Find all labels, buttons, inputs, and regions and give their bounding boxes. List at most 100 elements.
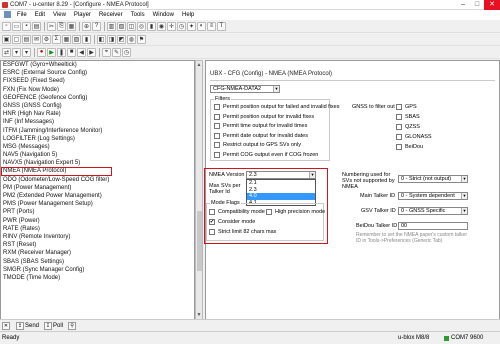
tools-icon[interactable]: ✎ [112, 47, 121, 57]
histogram-view-icon[interactable]: ▮ [82, 34, 91, 44]
menu-window[interactable]: Window [149, 10, 178, 20]
help-icon[interactable]: ? [92, 21, 101, 31]
main-talker-select[interactable]: 0 - System dependent ▼ [398, 192, 468, 200]
filter-checkbox[interactable]: Permit position output for failed and in… [214, 104, 339, 110]
tile-icon[interactable]: ◨ [107, 34, 116, 44]
maximize-button[interactable]: □ [470, 0, 484, 10]
gnss-filter-checkbox[interactable]: BeiDou [396, 144, 423, 150]
message-list-item[interactable]: NAV5 (Navigation 5) [1, 151, 194, 159]
view-chart-icon[interactable]: ▧ [117, 21, 126, 31]
save-icon[interactable]: ▪ [22, 21, 31, 31]
view-table-icon[interactable]: ▥ [107, 21, 116, 31]
statistic-view-icon[interactable]: Σ [52, 34, 61, 44]
message-list-item[interactable]: PWR (Power) [1, 217, 194, 225]
cut-icon[interactable]: ✂ [47, 21, 56, 31]
message-list-item[interactable]: NAVX5 (Navigation Expert 5) [1, 159, 194, 167]
message-list-item[interactable]: HNR (High Nav Rate) [1, 110, 194, 118]
message-list-scrollbar[interactable]: ▲ ▼ [195, 60, 203, 320]
message-list-item[interactable]: ESFGWT (Gyro+Wheeltick) [1, 61, 194, 69]
message-list-item[interactable]: NMEA (NMEA Protocol) [1, 167, 112, 176]
gsv-talker-select[interactable]: 0 - GNSS Specific ▼ [398, 207, 468, 215]
binary-console-icon[interactable]: ▢ [12, 34, 21, 44]
filter-checkbox[interactable]: Permit date output for invalid dates [214, 132, 308, 139]
zoom-icon[interactable]: ⊕ [82, 21, 91, 31]
mode-flag-checkbox[interactable]: Compatibility mode [209, 209, 265, 215]
clock-icon[interactable]: ◷ [122, 47, 131, 57]
message-list-item[interactable]: PM (Power Management) [1, 184, 194, 192]
configure-view-icon[interactable]: ⚙ [42, 34, 51, 44]
message-list-item[interactable]: LOGFILTER (Log Settings) [1, 135, 194, 143]
print-icon[interactable]: ▤ [32, 21, 41, 31]
view-compass-icon[interactable]: ✛ [167, 21, 176, 31]
view-sky-icon[interactable]: ◎ [137, 21, 146, 31]
mode-flag-checkbox[interactable]: High precision mode [266, 209, 325, 215]
filter-checkbox[interactable]: Restrict output to GPS SVs only [214, 142, 301, 148]
scroll-up-icon[interactable]: ▲ [196, 61, 202, 69]
message-list-item[interactable]: FIXSEED (Fixed Seed) [1, 77, 194, 85]
menu-tools[interactable]: Tools [127, 10, 149, 20]
mode-flag-checkbox[interactable]: Strict limit 82 chars max [209, 229, 276, 235]
close-view-button[interactable]: ✕ [2, 321, 11, 330]
message-list-item[interactable]: ODO (Odometer/Low-Speed COG filter) [1, 176, 194, 184]
message-list-item[interactable]: SBAS (SBAS Settings) [1, 258, 194, 266]
numbering-select[interactable]: 0 - Strict (not output) ▼ [398, 175, 468, 183]
pause-icon[interactable]: ❚ [57, 47, 66, 57]
view-signal-icon[interactable]: ▮ [147, 21, 156, 31]
new-icon[interactable]: ▫ [2, 21, 11, 31]
view-clock-icon[interactable]: ◷ [177, 21, 186, 31]
text-console-icon[interactable]: ▤ [22, 34, 31, 44]
connect-icon[interactable]: ⇄ [2, 47, 11, 57]
message-list-item[interactable]: SMGR (Sync Manager Config) [1, 266, 194, 274]
view-deviation-icon[interactable]: ◉ [157, 21, 166, 31]
menu-edit[interactable]: Edit [31, 10, 49, 20]
packet-console-icon[interactable]: ▣ [2, 34, 11, 44]
scroll-down-icon[interactable]: ▼ [196, 311, 202, 319]
message-list-item[interactable]: GEOFENCE (Geofence Config) [1, 94, 194, 102]
message-list-item[interactable]: INF (Inf Messages) [1, 118, 194, 126]
message-list-item[interactable]: MSG (Messages) [1, 143, 194, 151]
message-list-item[interactable]: RST (Reset) [1, 241, 194, 249]
view-list-icon[interactable]: ≡ [207, 21, 216, 31]
gnss-filter-checkbox[interactable]: QZSS [396, 124, 420, 130]
message-list-item[interactable]: RATE (Rates) [1, 225, 194, 233]
send-button[interactable]: ↥ Send [16, 321, 39, 330]
paste-icon[interactable]: ▦ [67, 21, 76, 31]
scroll-thumb[interactable] [197, 211, 202, 271]
messages-view-icon[interactable]: ✉ [32, 34, 41, 44]
globe-icon[interactable]: ◍ [127, 34, 136, 44]
stop-icon[interactable]: ■ [67, 47, 76, 57]
gnss-filter-checkbox[interactable]: GPS [396, 104, 417, 110]
view-gauge-icon[interactable]: ◐ [197, 21, 206, 31]
gps-icon[interactable]: ⌖ [102, 47, 111, 57]
storage-select[interactable]: CFG-NMEA-DATA2 ▼ [210, 85, 280, 93]
message-list-item[interactable]: ITFM (Jamming/Interference Monitor) [1, 127, 194, 135]
app-menu-icon[interactable] [2, 10, 13, 20]
gnss-filter-checkbox[interactable]: SBAS [396, 114, 420, 120]
menu-receiver[interactable]: Receiver [95, 10, 127, 20]
filter-checkbox[interactable]: Permit position output for invalid fixes [214, 113, 314, 120]
menu-help[interactable]: Help [178, 10, 198, 20]
close-button[interactable]: ✕ [484, 0, 500, 10]
copy-icon[interactable]: ⎘ [57, 21, 66, 31]
map-icon[interactable]: ◩ [117, 34, 126, 44]
flag-icon[interactable]: ⚑ [137, 34, 146, 44]
nmea-version-select[interactable]: 2.3 ▼ [246, 171, 316, 179]
message-list-item[interactable]: RINV (Remote Inventory) [1, 233, 194, 241]
message-list-item[interactable]: RXM (Receiver Manager) [1, 249, 194, 257]
pin-button[interactable]: ⚲ [68, 321, 77, 330]
open-icon[interactable]: ▭ [12, 21, 21, 31]
message-list-item[interactable]: PRT (Ports) [1, 208, 194, 216]
beidou-talker-input[interactable]: 00 [398, 222, 468, 230]
gnss-filter-checkbox[interactable]: GLONASS [396, 134, 432, 140]
docking-icon[interactable]: ◧ [97, 34, 106, 44]
filter-checkbox[interactable]: Permit time output for invalid times [214, 123, 307, 129]
play-icon[interactable]: ▶ [47, 47, 56, 57]
baud-icon[interactable]: ▾ [22, 47, 31, 57]
step-back-icon[interactable]: ◀ [77, 47, 86, 57]
record-icon[interactable]: ● [37, 47, 46, 57]
chart-view-icon[interactable]: ▨ [72, 34, 81, 44]
port-icon[interactable]: ▾ [12, 47, 21, 57]
menu-player[interactable]: Player [70, 10, 95, 20]
mode-flag-checkbox[interactable]: ✔ Consider mode [209, 219, 255, 225]
table-view-icon[interactable]: ▦ [62, 34, 71, 44]
